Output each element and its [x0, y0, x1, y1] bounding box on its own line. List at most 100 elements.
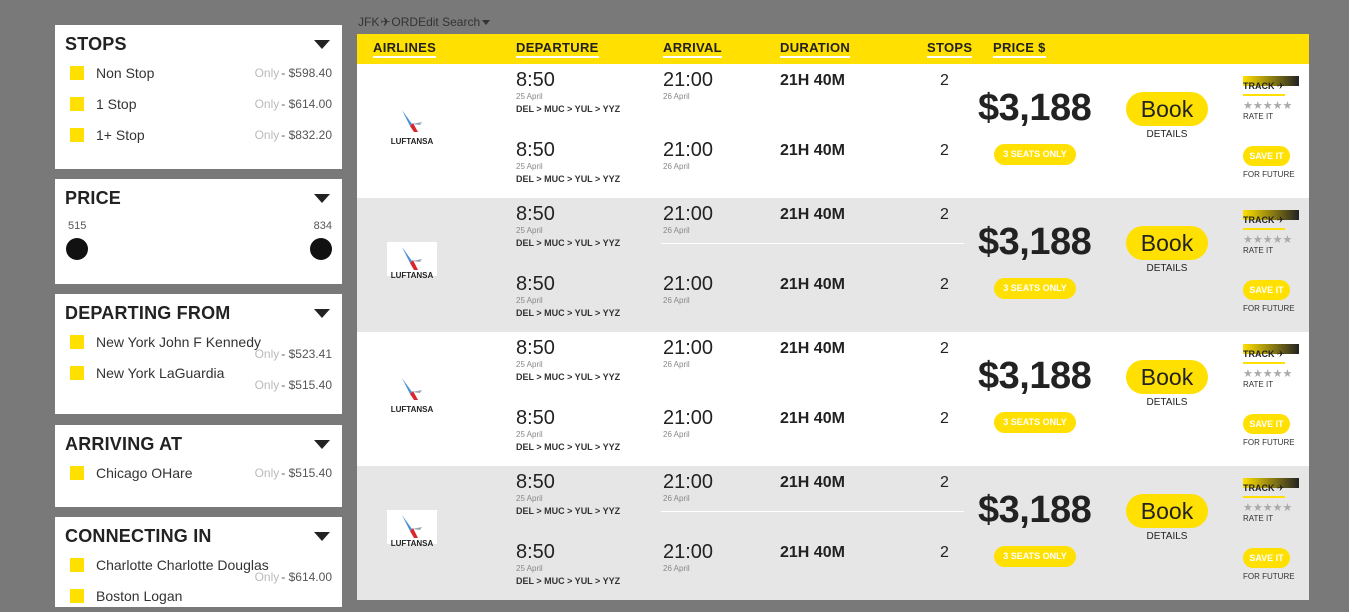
- arrival-time: 21:00: [663, 203, 714, 225]
- filter-price-title: PRICE: [65, 187, 122, 208]
- details-link[interactable]: DETAILS: [1126, 129, 1208, 140]
- filter-price-header[interactable]: PRICE: [65, 187, 332, 209]
- chevron-down-icon[interactable]: [314, 308, 330, 318]
- details-link[interactable]: DETAILS: [1126, 397, 1208, 408]
- rating-stars[interactable]: ★★★★★: [1243, 99, 1299, 112]
- arrival-date: 26 April: [663, 430, 690, 439]
- filter-option[interactable]: New York John F Kennedy Only - $523.41: [65, 327, 332, 361]
- filter-connecting-header[interactable]: CONNECTING IN: [65, 525, 332, 547]
- stops-count: 2: [940, 276, 949, 293]
- arrival-date: 26 April: [663, 360, 690, 369]
- only-label[interactable]: Only: [255, 66, 280, 80]
- col-departure[interactable]: DEPARTURE: [516, 40, 599, 58]
- details-link[interactable]: DETAILS: [1126, 531, 1208, 542]
- price-value: - $515.40: [281, 466, 332, 480]
- flight-result: LUFTANSA 8:50 25 April DEL > MUC > YUL >…: [357, 64, 1309, 198]
- col-arrival[interactable]: ARRIVAL: [663, 40, 722, 58]
- slider-thumb-min[interactable]: [66, 238, 88, 260]
- save-button[interactable]: SAVE IT: [1243, 146, 1290, 166]
- filter-option-label: 1 Stop: [96, 96, 137, 112]
- col-stops[interactable]: STOPS: [927, 40, 973, 58]
- book-button[interactable]: Book: [1126, 360, 1208, 394]
- price-max: 834: [313, 220, 332, 232]
- rating-stars[interactable]: ★★★★★: [1243, 367, 1299, 380]
- chevron-down-icon[interactable]: [314, 531, 330, 541]
- track-link[interactable]: TRACK ✈: [1243, 349, 1285, 364]
- flight-segment: 8:50 25 April DEL > MUC > YUL > YYZ 21:0…: [357, 466, 977, 526]
- checkbox[interactable]: [70, 466, 84, 480]
- rate-label: RATE IT: [1243, 246, 1274, 255]
- arrival-time: 21:00: [663, 139, 714, 161]
- segment-divider: [661, 511, 964, 512]
- price-value: - $832.20: [281, 128, 332, 142]
- flight-segment: 8:50 25 April DEL > MUC > YUL > YYZ 21:0…: [357, 536, 977, 596]
- only-label[interactable]: Only: [255, 466, 280, 480]
- for-future-label: FOR FUTURE: [1243, 304, 1295, 313]
- checkbox[interactable]: [70, 335, 84, 349]
- route-summary: JFK ✈ ORD Edit Search: [358, 15, 491, 29]
- col-airlines[interactable]: AIRLINES: [373, 40, 437, 58]
- rating-stars[interactable]: ★★★★★: [1243, 233, 1299, 246]
- segment-divider: [661, 243, 964, 244]
- stops-count: 2: [940, 72, 949, 89]
- fare-price: $3,188: [978, 489, 1092, 531]
- arrival-time: 21:00: [663, 541, 714, 563]
- stops-count: 2: [940, 474, 949, 491]
- stops-count: 2: [940, 340, 949, 357]
- filter-option-label: Boston Logan: [96, 588, 183, 604]
- fare-price: $3,188: [978, 355, 1092, 397]
- book-button[interactable]: Book: [1126, 92, 1208, 126]
- save-button[interactable]: SAVE IT: [1243, 548, 1290, 568]
- chevron-down-icon[interactable]: [314, 439, 330, 449]
- filter-arriving-title: ARRIVING AT: [65, 433, 183, 454]
- filter-option[interactable]: New York LaGuardia Only - $515.40: [65, 358, 332, 392]
- rating-stars[interactable]: ★★★★★: [1243, 501, 1299, 514]
- filter-option[interactable]: 1 Stop Only - $614.00: [65, 89, 332, 120]
- checkbox[interactable]: [70, 366, 84, 380]
- route-codes: DEL > MUC > YUL > YYZ: [516, 442, 621, 452]
- checkbox[interactable]: [70, 128, 84, 142]
- checkbox[interactable]: [70, 66, 84, 80]
- book-button[interactable]: Book: [1126, 226, 1208, 260]
- duration: 21H 40M: [780, 474, 845, 491]
- filter-option[interactable]: Chicago OHare Only - $515.40: [65, 458, 332, 489]
- price-range-slider[interactable]: 515 834: [65, 209, 332, 269]
- col-duration[interactable]: DURATION: [780, 40, 851, 58]
- track-link[interactable]: TRACK ✈: [1243, 81, 1285, 96]
- track-label: TRACK: [1243, 81, 1275, 91]
- departure-date: 25 April: [516, 226, 543, 235]
- filter-option[interactable]: Boston Logan: [65, 581, 332, 612]
- details-link[interactable]: DETAILS: [1126, 263, 1208, 274]
- duration: 21H 40M: [780, 544, 845, 561]
- track-link[interactable]: TRACK ✈: [1243, 215, 1285, 230]
- chevron-down-icon[interactable]: [314, 39, 330, 49]
- filter-arriving-header[interactable]: ARRIVING AT: [65, 433, 332, 455]
- flight-segment: 8:50 25 April DEL > MUC > YUL > YYZ 21:0…: [357, 332, 977, 392]
- filter-connecting-title: CONNECTING IN: [65, 525, 212, 546]
- flight-result: LUFTANSA 8:50 25 April DEL > MUC > YUL >…: [357, 198, 1309, 332]
- filter-stops-header[interactable]: STOPS: [65, 33, 332, 55]
- checkbox[interactable]: [70, 97, 84, 111]
- book-button[interactable]: Book: [1126, 494, 1208, 528]
- filter-option[interactable]: Non Stop Only - $598.40: [65, 58, 332, 89]
- only-label[interactable]: Only: [255, 378, 280, 392]
- track-link[interactable]: TRACK ✈: [1243, 483, 1285, 498]
- filter-option-label: Chicago OHare: [96, 465, 193, 481]
- col-price[interactable]: PRICE $: [993, 40, 1046, 58]
- save-button[interactable]: SAVE IT: [1243, 414, 1290, 434]
- filter-departing-title: DEPARTING FROM: [65, 302, 231, 323]
- slider-thumb-max[interactable]: [310, 238, 332, 260]
- stops-count: 2: [940, 206, 949, 223]
- chevron-down-icon[interactable]: [314, 193, 330, 203]
- edit-search-link[interactable]: Edit Search: [418, 15, 491, 29]
- save-button[interactable]: SAVE IT: [1243, 280, 1290, 300]
- filter-option[interactable]: 1+ Stop Only - $832.20: [65, 120, 332, 151]
- price-value: - $614.00: [281, 97, 332, 111]
- filter-departing-header[interactable]: DEPARTING FROM: [65, 302, 332, 324]
- only-label[interactable]: Only: [255, 128, 280, 142]
- arrival-date: 26 April: [663, 296, 690, 305]
- checkbox[interactable]: [70, 558, 84, 572]
- filter-option-label: Non Stop: [96, 65, 155, 81]
- filter-option[interactable]: Charlotte Charlotte Douglas Only - $614.0…: [65, 550, 332, 584]
- only-label[interactable]: Only: [255, 97, 280, 111]
